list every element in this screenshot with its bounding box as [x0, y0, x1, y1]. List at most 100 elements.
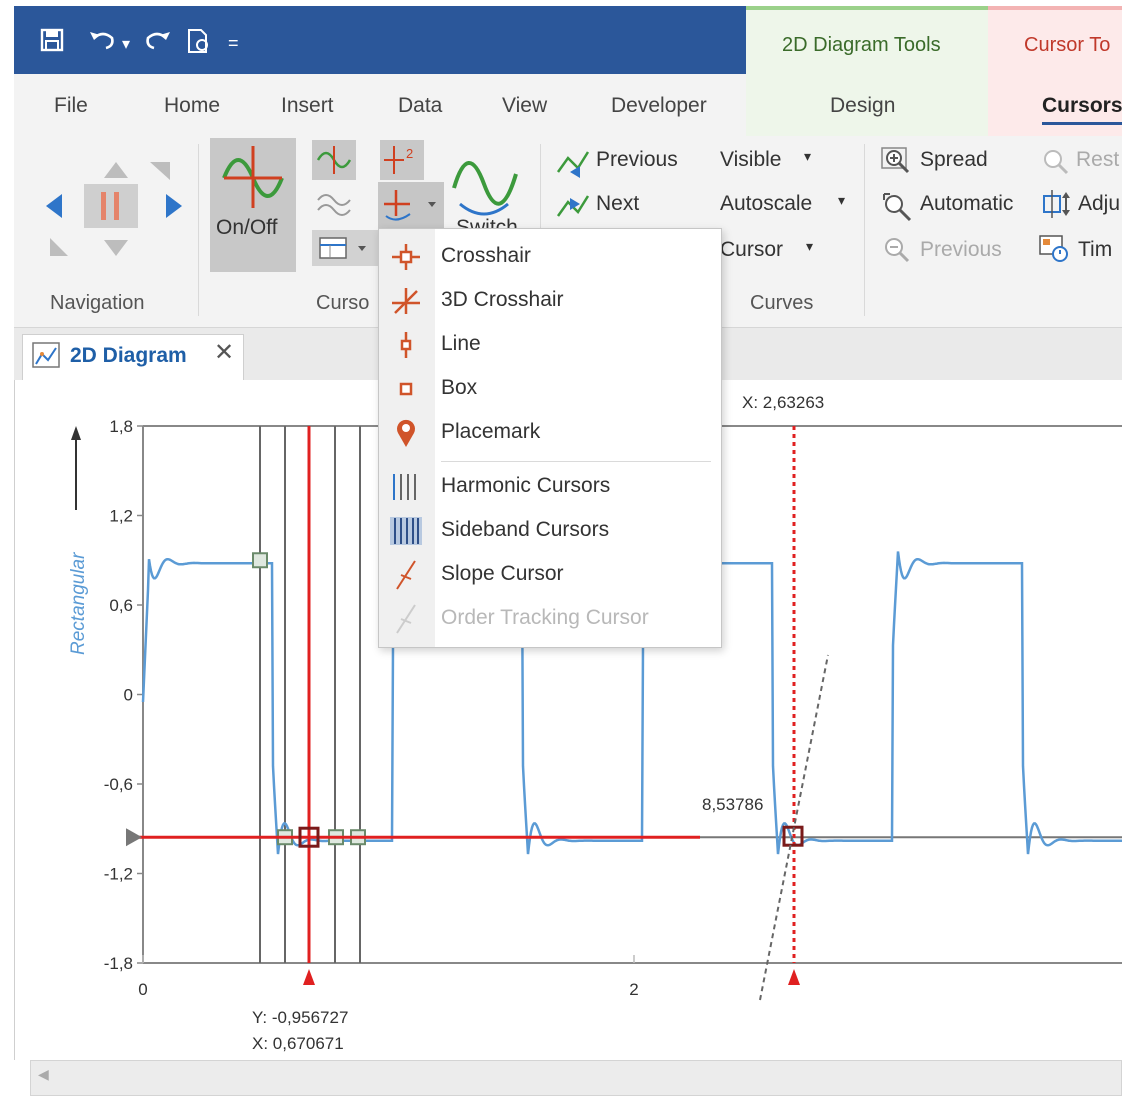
menu-item-crosshair[interactable]: Crosshair	[379, 235, 721, 279]
sideband-cursors-icon	[390, 517, 422, 545]
undo-icon[interactable]	[88, 28, 118, 56]
refresh-document-icon[interactable]	[186, 28, 212, 58]
placemark-icon	[397, 419, 415, 447]
tab-developer[interactable]: Developer	[611, 94, 707, 118]
harmonic-cursors-icon	[393, 474, 416, 500]
chevron-down-icon: ▾	[804, 148, 812, 164]
crosshair-y-readout: Y: -0,956727	[252, 1008, 349, 1027]
crosshair-icon	[392, 244, 420, 270]
menu-item-box[interactable]: Box	[379, 367, 721, 411]
y-axis-arrowhead	[71, 426, 81, 440]
time-label[interactable]: Tim	[1078, 238, 1112, 262]
time-icon[interactable]	[1038, 234, 1072, 264]
spread-zoom-icon[interactable]	[880, 146, 912, 176]
zoom-previous-label[interactable]: Previous	[920, 238, 1002, 262]
wave-cursor-icon	[316, 146, 352, 174]
menu-item-label: Line	[441, 332, 481, 355]
undo-dropdown-icon[interactable]: ▾	[122, 32, 130, 58]
visible-dropdown[interactable]: Visible	[720, 148, 781, 172]
tab-home[interactable]: Home	[164, 94, 220, 118]
tab-insert[interactable]: Insert	[281, 94, 334, 118]
crosshair-x-handle	[303, 969, 315, 985]
menu-item-placemark[interactable]: Placemark	[379, 411, 721, 455]
navigation-arrows[interactable]	[40, 148, 190, 268]
cursor-dropdown[interactable]: Cursor	[720, 238, 783, 262]
menu-item-slope-cursor[interactable]: Slope Cursor	[379, 553, 721, 597]
menu-item-order-tracking-cursor[interactable]: Order Tracking Cursor	[379, 597, 721, 641]
adjust-icon[interactable]	[1038, 190, 1072, 220]
menu-item-label: Order Tracking Cursor	[441, 606, 649, 629]
cursor-type-menu: Crosshair 3D Crosshair Line Box Placemar…	[378, 228, 722, 648]
y-tick-label: 0	[124, 686, 133, 705]
menu-item-label: Slope Cursor	[441, 562, 564, 585]
tab-view[interactable]: View	[502, 94, 547, 118]
menu-separator	[441, 461, 711, 462]
context-diagram-tools: 2D Diagram Tools	[746, 6, 988, 74]
next-curve-label[interactable]: Next	[596, 192, 639, 216]
x-tick-label: 2	[629, 980, 638, 999]
close-icon[interactable]: ✕	[214, 338, 234, 367]
right-cursor-x-readout: X: 2,63263	[742, 393, 825, 412]
tab-design[interactable]: Design	[830, 94, 895, 118]
y-axis-title: Rectangular	[68, 552, 89, 655]
context-cursor-tools: Cursor To	[988, 6, 1122, 74]
diagram-tools-label: 2D Diagram Tools	[782, 34, 941, 56]
previous-curve-label[interactable]: Previous	[596, 148, 678, 172]
quick-access-toolbar: ▾ =	[14, 6, 746, 74]
tab-data[interactable]: Data	[398, 94, 442, 118]
svg-text:2: 2	[406, 146, 413, 161]
chevron-down-icon: ▾	[838, 192, 846, 208]
navigation-group-label: Navigation	[50, 292, 145, 314]
menu-item-label: Crosshair	[441, 244, 531, 267]
document-tab-label: 2D Diagram	[70, 344, 187, 367]
previous-curve-icon[interactable]	[556, 148, 590, 178]
redo-icon[interactable]	[142, 28, 172, 56]
automatic-label[interactable]: Automatic	[920, 192, 1013, 216]
menu-item-harmonic-cursors[interactable]: Harmonic Cursors	[379, 465, 721, 509]
separator	[864, 144, 865, 316]
switch-icon[interactable]	[450, 144, 520, 218]
y-tick-label: -1,8	[104, 954, 133, 973]
automatic-zoom-icon[interactable]	[880, 190, 914, 222]
slope-cursor-icon	[396, 560, 416, 590]
menu-item-line[interactable]: Line	[379, 323, 721, 367]
menu-item-3d-crosshair[interactable]: 3D Crosshair	[379, 279, 721, 323]
table-dropdown-icon	[319, 237, 366, 259]
reset-label[interactable]: Rest	[1076, 148, 1119, 172]
cursor-onoff-icon	[222, 146, 284, 208]
multi-wave-icon[interactable]	[316, 188, 352, 220]
chevron-down-icon: ▾	[806, 238, 814, 254]
right-cursor-handle	[788, 969, 800, 985]
spread-label[interactable]: Spread	[920, 148, 988, 172]
crosshair-x-readout: X: 0,670671	[252, 1034, 344, 1053]
y-tick-label: -1,2	[104, 865, 133, 884]
cursor-tools-label: Cursor To	[1024, 34, 1111, 56]
reset-zoom-icon[interactable]	[1040, 146, 1070, 176]
y-tick-label: 1,2	[109, 507, 133, 526]
box-cursor-icon	[399, 382, 413, 396]
line-cursor-icon	[400, 332, 412, 358]
menu-item-sideband-cursors[interactable]: Sideband Cursors	[379, 509, 721, 553]
next-curve-icon[interactable]	[556, 192, 590, 222]
onoff-label: On/Off	[216, 216, 278, 239]
customize-qat-icon[interactable]: =	[228, 30, 239, 56]
x-tick-label: 0	[138, 980, 147, 999]
3d-crosshair-icon	[392, 288, 420, 314]
adjust-label[interactable]: Adju	[1078, 192, 1120, 216]
scroll-left-icon[interactable]: ◀	[38, 1066, 49, 1083]
tab-file[interactable]: File	[54, 94, 88, 118]
menu-item-label: Placemark	[441, 420, 541, 443]
zoom-previous-icon[interactable]	[880, 234, 912, 264]
autoscale-dropdown[interactable]: Autoscale	[720, 192, 812, 216]
y-tick-label: 1,8	[109, 417, 133, 436]
curves-group-label: Curves	[750, 292, 814, 314]
right-cursor-value-readout: 8,53786	[702, 795, 764, 815]
horizontal-scrollbar[interactable]	[30, 1060, 1122, 1096]
menu-item-label: Harmonic Cursors	[441, 474, 611, 497]
ribbon-tabs: File Home Insert Data View Developer Des…	[14, 74, 1122, 136]
menu-item-label: Sideband Cursors	[441, 518, 610, 541]
tab-cursors[interactable]: Cursors	[1042, 94, 1122, 125]
menu-item-label: 3D Crosshair	[441, 288, 564, 311]
save-icon[interactable]	[40, 28, 64, 56]
cursor-group-label: Curso	[316, 292, 370, 314]
